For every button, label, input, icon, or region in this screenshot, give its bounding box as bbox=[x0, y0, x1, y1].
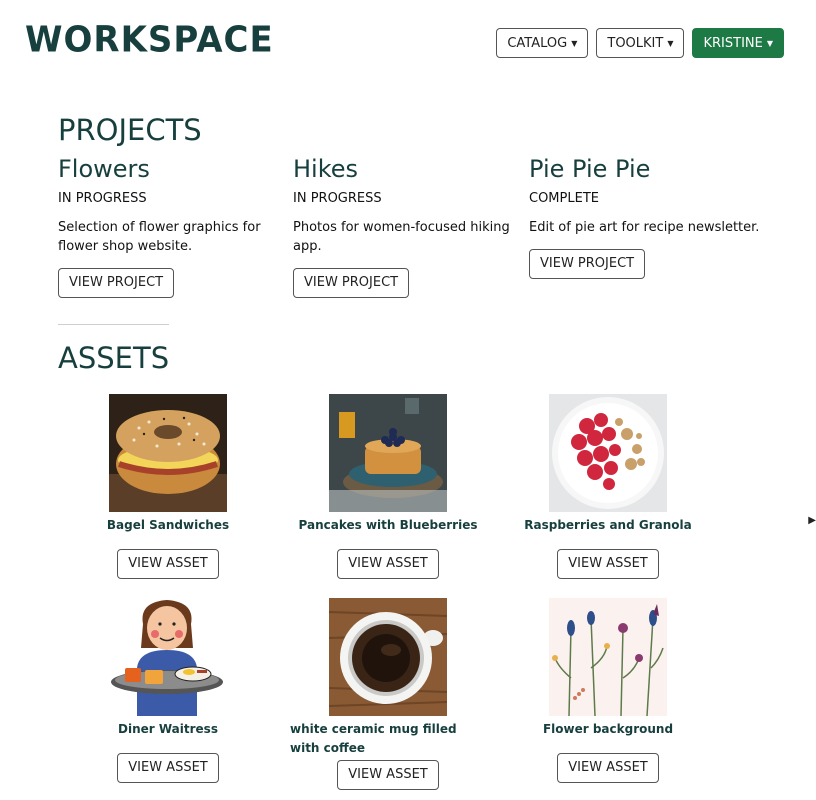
project-card: Flowers IN PROGRESS Selection of flower … bbox=[58, 155, 293, 298]
project-status: IN PROGRESS bbox=[293, 191, 382, 206]
project-name: Pie Pie Pie bbox=[529, 155, 651, 183]
project-card: Pie Pie Pie COMPLETE Edit of pie art for… bbox=[529, 155, 764, 279]
asset-card: Bagel Sandwiches VIEW ASSET bbox=[68, 394, 268, 579]
asset-card: white ceramic mug filled with coffee VIE… bbox=[288, 598, 488, 790]
asset-thumbnail-waitress[interactable] bbox=[109, 598, 227, 716]
caret-down-icon: ▼ bbox=[571, 38, 578, 48]
project-name: Flowers bbox=[58, 155, 150, 183]
caret-down-icon: ▼ bbox=[766, 38, 773, 48]
asset-thumbnail-coffee[interactable] bbox=[329, 598, 447, 716]
asset-card: Flower background VIEW ASSET bbox=[508, 598, 708, 783]
project-status: COMPLETE bbox=[529, 191, 599, 206]
view-asset-button[interactable]: VIEW ASSET bbox=[557, 753, 659, 783]
asset-thumbnail-flowers[interactable] bbox=[549, 598, 667, 716]
asset-thumbnail-bagel[interactable] bbox=[109, 394, 227, 512]
asset-thumbnail-pancakes[interactable] bbox=[329, 394, 447, 512]
catalog-dropdown-button[interactable]: CATALOG ▼ bbox=[496, 28, 589, 58]
toolkit-dropdown-button[interactable]: TOOLKIT ▼ bbox=[596, 28, 685, 58]
asset-card: Pancakes with Blueberries VIEW ASSET bbox=[288, 394, 488, 579]
view-asset-button[interactable]: VIEW ASSET bbox=[337, 549, 439, 579]
project-status: IN PROGRESS bbox=[58, 191, 147, 206]
toolkit-label: TOOLKIT bbox=[607, 35, 664, 51]
view-asset-button[interactable]: VIEW ASSET bbox=[557, 549, 659, 579]
asset-card: Raspberries and Granola VIEW ASSET bbox=[508, 394, 708, 579]
asset-name: Diner Waitress bbox=[118, 722, 218, 736]
project-description: Edit of pie art for recipe newsletter. bbox=[529, 220, 760, 235]
asset-thumbnail-raspberries[interactable] bbox=[549, 394, 667, 512]
top-nav: CATALOG ▼ TOOLKIT ▼ KRISTINE ▼ bbox=[496, 28, 784, 58]
site-logo[interactable]: WORKSPACE bbox=[25, 19, 274, 61]
view-asset-button[interactable]: VIEW ASSET bbox=[117, 753, 219, 783]
asset-name: Flower background bbox=[542, 722, 674, 736]
view-asset-button[interactable]: VIEW ASSET bbox=[117, 549, 219, 579]
section-divider bbox=[58, 324, 169, 325]
view-project-button[interactable]: VIEW PROJECT bbox=[58, 268, 175, 298]
projects-heading: PROJECTS bbox=[58, 113, 202, 147]
project-description: Photos for women-focused hiking app. bbox=[293, 220, 510, 254]
view-project-button[interactable]: VIEW PROJECT bbox=[529, 249, 646, 279]
asset-name: Pancakes with Blueberries bbox=[298, 518, 478, 532]
user-name-label: KRISTINE bbox=[703, 35, 763, 51]
catalog-label: CATALOG bbox=[507, 35, 568, 51]
caret-down-icon: ▼ bbox=[667, 38, 674, 48]
user-menu-button[interactable]: KRISTINE ▼ bbox=[692, 28, 784, 58]
view-project-button[interactable]: VIEW PROJECT bbox=[293, 268, 410, 298]
cursor-icon: ▶ bbox=[808, 515, 816, 526]
asset-name: Bagel Sandwiches bbox=[106, 518, 230, 532]
project-description: Selection of flower graphics for flower … bbox=[58, 220, 261, 254]
asset-name: Raspberries and Granola bbox=[524, 518, 692, 532]
project-name: Hikes bbox=[293, 155, 359, 183]
asset-name: white ceramic mug filled with coffee bbox=[290, 722, 457, 755]
assets-heading: ASSETS bbox=[58, 341, 170, 375]
view-asset-button[interactable]: VIEW ASSET bbox=[337, 760, 439, 790]
asset-card: Diner Waitress VIEW ASSET bbox=[68, 598, 268, 783]
project-card: Hikes IN PROGRESS Photos for women-focus… bbox=[293, 155, 528, 298]
